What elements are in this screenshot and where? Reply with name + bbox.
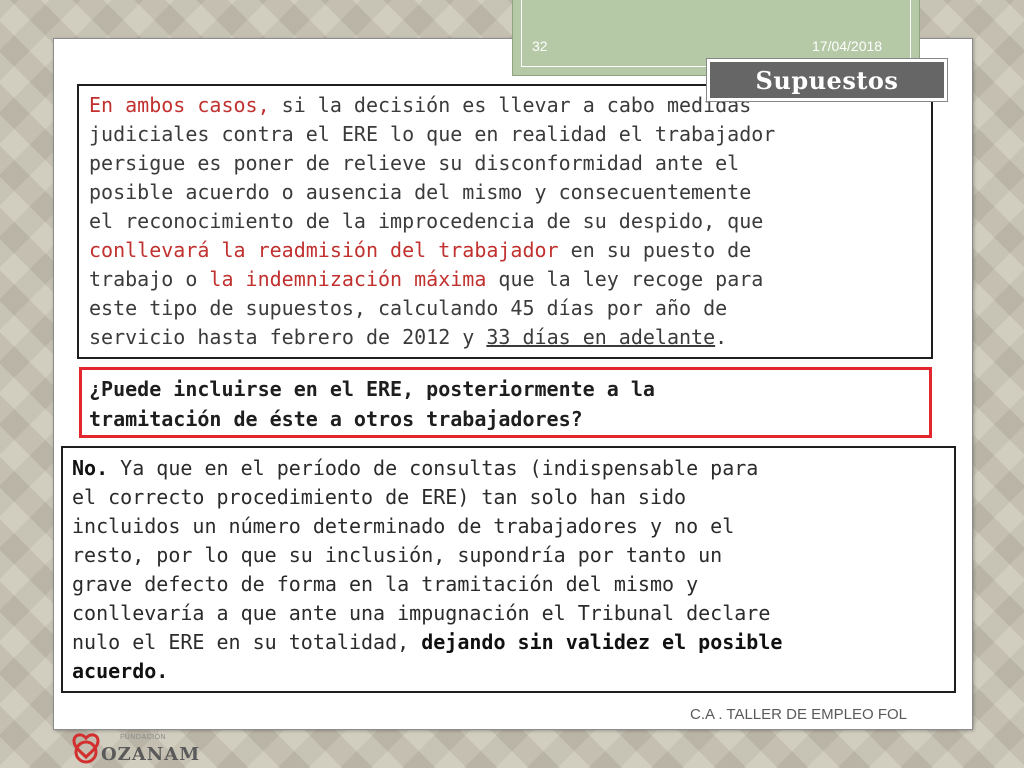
answer-line: resto, por lo que su inclusión, supondrí… <box>72 543 723 567</box>
text-line: judiciales contra el ERE lo que en reali… <box>89 122 776 146</box>
logo-name: OZANAM <box>101 744 201 765</box>
slide-number: 32 <box>532 38 548 54</box>
answer-bold: acuerdo. <box>72 659 169 683</box>
text-line: si la decisión es llevar a cabo medidas <box>269 93 752 117</box>
text-line: que la ley recoge para <box>486 267 764 291</box>
text-line: servicio hasta febrero de 2012 y <box>89 325 487 349</box>
answer-line: grave defecto de forma en la tramitación… <box>72 572 699 596</box>
text-line: el reconocimiento de la improcedencia de… <box>89 209 764 233</box>
answer-text: No. Ya que en el período de consultas (i… <box>72 454 782 686</box>
text-line: persigue es poner de relieve su disconfo… <box>89 151 740 175</box>
answer-bold: dejando sin validez el posible <box>421 630 783 654</box>
text-highlight: conllevará la readmisión del trabajador <box>89 238 559 262</box>
question-line: tramitación de éste a otros trabajadores… <box>89 407 583 431</box>
text-line: trabajo o <box>89 267 210 291</box>
header-tab-inner <box>521 0 911 67</box>
text-highlight: En ambos casos, <box>89 93 270 117</box>
text-line: este tipo de supuestos, calculando 45 dí… <box>89 296 728 320</box>
answer-line: incluidos un número determinado de traba… <box>72 514 735 538</box>
section-label: Supuestos <box>706 58 948 102</box>
answer-line: conllevaría a que ante una impugnación e… <box>72 601 771 625</box>
slide-date: 17/04/2018 <box>812 38 883 54</box>
explanation-text: En ambos casos, si la decisión es llevar… <box>89 91 929 352</box>
answer-line: Ya que en el período de consultas (indis… <box>108 456 759 480</box>
question-line: ¿Puede incluirse en el ERE, posteriormen… <box>89 377 655 401</box>
answer-bold: No. <box>72 456 109 480</box>
text-highlight: la indemnización máxima <box>209 267 487 291</box>
answer-line: el correcto procedimiento de ERE) tan so… <box>72 485 687 509</box>
question-text: ¿Puede incluirse en el ERE, posteriormen… <box>89 374 655 434</box>
answer-line: nulo el ERE en su totalidad, <box>72 630 422 654</box>
footer-text: C.A . TALLER DE EMPLEO FOL <box>690 706 908 723</box>
text-line: en su puesto de <box>558 238 752 262</box>
text-underlined: 33 días en adelante <box>486 325 716 349</box>
text-line: posible acuerdo o ausencia del mismo y c… <box>89 180 752 204</box>
text-line: . <box>715 325 728 349</box>
logo-subtitle: FUNDACIÓN <box>120 734 167 741</box>
